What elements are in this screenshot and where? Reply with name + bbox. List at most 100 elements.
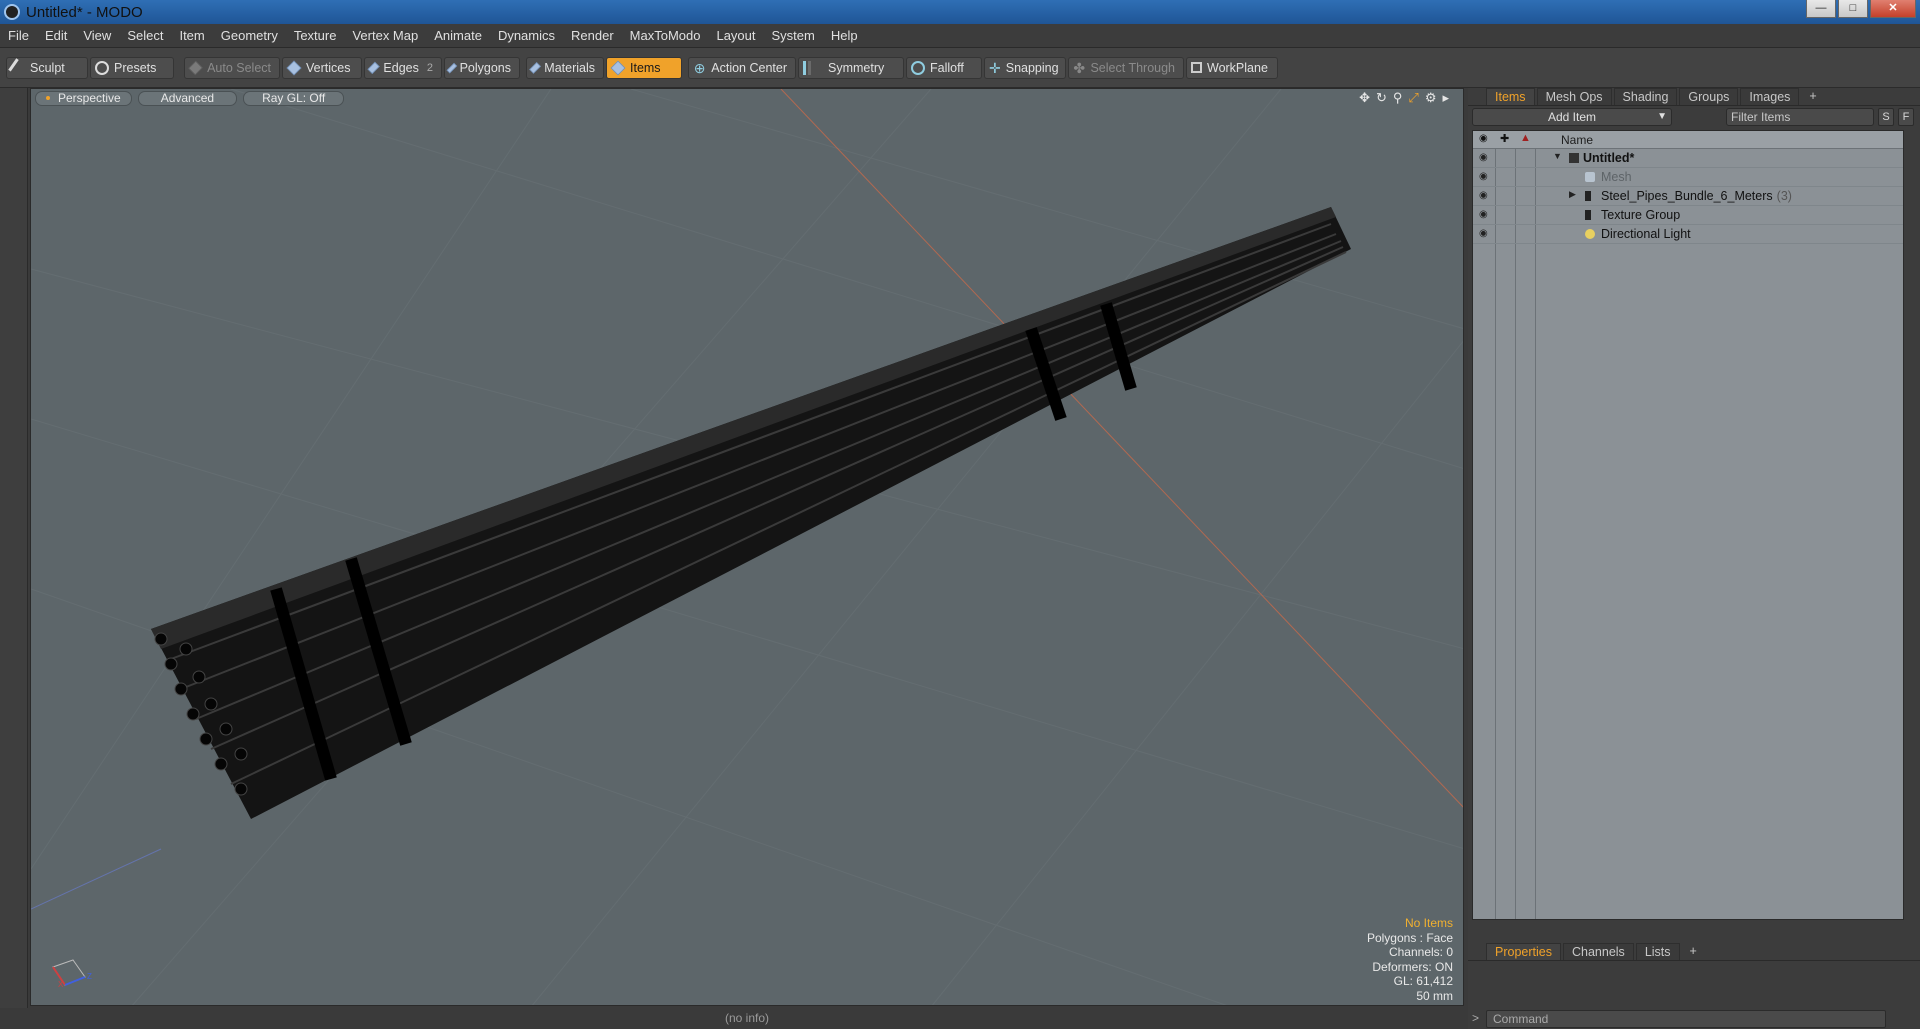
menu-render[interactable]: Render bbox=[563, 28, 622, 43]
tree-row-directional-light[interactable]: ◉ Directional Light bbox=[1473, 225, 1903, 244]
symmetry-button[interactable]: Symmetry bbox=[798, 56, 904, 79]
viewport-info: No Items Polygons : Face Channels: 0 Def… bbox=[1367, 916, 1453, 1003]
command-caret-icon: > bbox=[1472, 1011, 1480, 1025]
viewport-tab-advanced[interactable]: Advanced bbox=[137, 90, 238, 106]
items-button[interactable]: Items bbox=[606, 56, 682, 79]
left-tool-strip bbox=[0, 88, 28, 1008]
maximize-icon[interactable]: □ bbox=[1838, 0, 1868, 18]
snap-icon: ✛ bbox=[989, 59, 1001, 76]
tree-row-scene[interactable]: ◉ ▼ Untitled* bbox=[1473, 149, 1903, 168]
menu-view[interactable]: View bbox=[75, 28, 119, 43]
modo-app-icon bbox=[4, 4, 20, 20]
tab-channels[interactable]: Channels bbox=[1562, 943, 1634, 960]
viewport-scene bbox=[31, 89, 1463, 1005]
add-tab-icon[interactable]: + bbox=[1682, 943, 1705, 960]
texture-group-icon bbox=[1585, 210, 1595, 220]
selection-info: No Items bbox=[1404, 916, 1453, 930]
column-divider bbox=[1495, 131, 1496, 919]
expand-arrow-icon[interactable]: ▸ bbox=[1442, 90, 1449, 106]
edges-button[interactable]: Edges 2 bbox=[364, 56, 442, 79]
command-input[interactable]: Command bbox=[1486, 1010, 1886, 1028]
workplane-button[interactable]: WorkPlane bbox=[1186, 56, 1278, 79]
menu-dynamics[interactable]: Dynamics bbox=[490, 28, 563, 43]
symmetry-icon bbox=[803, 60, 811, 75]
tab-items[interactable]: Items bbox=[1486, 88, 1535, 105]
menu-layout[interactable]: Layout bbox=[708, 28, 763, 43]
polygons-button[interactable]: Polygons bbox=[444, 56, 520, 79]
viewport-header: Perspective Advanced Ray GL: Off bbox=[31, 89, 1463, 107]
action-center-button[interactable]: ⊕ Action Center bbox=[688, 56, 796, 79]
item-tree: ◉ ✚ ▲ Name ◉ ▼ Untitled* ◉ Mesh ◉ ▶ Stee… bbox=[1472, 130, 1904, 920]
search-s-button[interactable]: S bbox=[1878, 108, 1894, 126]
tab-groups[interactable]: Groups bbox=[1679, 88, 1739, 105]
menu-animate[interactable]: Animate bbox=[426, 28, 490, 43]
menu-file[interactable]: File bbox=[0, 28, 37, 43]
vertices-button[interactable]: Vertices bbox=[282, 56, 362, 79]
scale-info: 50 mm bbox=[1416, 988, 1453, 1003]
filter-items-input[interactable]: Filter Items bbox=[1726, 108, 1874, 126]
zoom-icon[interactable]: ⚲ bbox=[1393, 90, 1403, 106]
menu-select[interactable]: Select bbox=[119, 28, 171, 43]
tree-row-steel-pipes[interactable]: ◉ ▶ Steel_Pipes_Bundle_6_Meters (3) bbox=[1473, 187, 1903, 206]
tab-mesh-ops[interactable]: Mesh Ops bbox=[1536, 88, 1612, 105]
tree-header: ◉ ✚ ▲ Name bbox=[1473, 131, 1903, 149]
menu-edit[interactable]: Edit bbox=[37, 28, 75, 43]
expand-triangle-icon[interactable]: ▶ bbox=[1569, 189, 1576, 200]
status-bar: (no info) bbox=[30, 1008, 1464, 1029]
pipe-bundle bbox=[151, 207, 1351, 819]
eye-column-icon: ◉ bbox=[1479, 133, 1488, 144]
menu-maxtomodo[interactable]: MaxToModo bbox=[622, 28, 709, 43]
visibility-eye-icon[interactable]: ◉ bbox=[1479, 209, 1488, 220]
column-divider bbox=[1535, 131, 1536, 919]
window-title: Untitled* - MODO bbox=[26, 3, 143, 21]
tree-row-texture-group[interactable]: ◉ Texture Group bbox=[1473, 206, 1903, 225]
minimize-icon[interactable]: — bbox=[1806, 0, 1836, 18]
tab-shading[interactable]: Shading bbox=[1613, 88, 1678, 105]
workplane-icon bbox=[1191, 62, 1202, 73]
fit-icon[interactable]: ⤢ bbox=[1408, 90, 1418, 106]
viewport-tab-perspective[interactable]: Perspective bbox=[35, 90, 132, 106]
viewport-tab-raygl[interactable]: Ray GL: Off bbox=[243, 90, 345, 106]
brush-icon bbox=[8, 57, 28, 78]
expand-triangle-icon[interactable]: ▼ bbox=[1553, 151, 1562, 161]
polygons-info: Polygons : Face bbox=[1366, 930, 1453, 945]
menu-help[interactable]: Help bbox=[823, 28, 866, 43]
select-through-button[interactable]: ✤ Select Through bbox=[1068, 56, 1184, 79]
name-column-header[interactable]: Name bbox=[1561, 133, 1593, 147]
viewport-nav-icons: ✥ ↻ ⚲ ⤢ ⚙ ▸ bbox=[1359, 90, 1449, 106]
sculpt-button[interactable]: Sculpt bbox=[6, 56, 88, 79]
visibility-eye-icon[interactable]: ◉ bbox=[1479, 171, 1488, 182]
menu-geometry[interactable]: Geometry bbox=[213, 28, 286, 43]
title-bar: Untitled* - MODO — □ ✕ bbox=[0, 0, 1920, 24]
falloff-button[interactable]: Falloff bbox=[906, 56, 982, 79]
menu-vertex-map[interactable]: Vertex Map bbox=[344, 28, 426, 43]
gear-icon[interactable]: ⚙ bbox=[1425, 90, 1437, 106]
tab-properties[interactable]: Properties bbox=[1486, 943, 1561, 960]
menu-item[interactable]: Item bbox=[171, 28, 212, 43]
auto-select-button[interactable]: Auto Select bbox=[184, 56, 280, 79]
menu-system[interactable]: System bbox=[764, 28, 823, 43]
close-icon[interactable]: ✕ bbox=[1870, 0, 1916, 18]
visibility-eye-icon[interactable]: ◉ bbox=[1479, 228, 1488, 239]
light-icon bbox=[1585, 229, 1595, 239]
tree-row-mesh[interactable]: ◉ Mesh bbox=[1473, 168, 1903, 187]
presets-button[interactable]: Presets bbox=[90, 56, 174, 79]
3d-viewport[interactable]: Perspective Advanced Ray GL: Off ✥ ↻ ⚲ ⤢… bbox=[30, 88, 1464, 1006]
gl-info: GL: 61,412 bbox=[1393, 974, 1453, 988]
tab-images[interactable]: Images bbox=[1740, 88, 1800, 105]
rotate-icon[interactable]: ↻ bbox=[1376, 90, 1387, 106]
filter-f-button[interactable]: F bbox=[1898, 108, 1914, 126]
visibility-eye-icon[interactable]: ◉ bbox=[1479, 190, 1488, 201]
pan-icon[interactable]: ✥ bbox=[1359, 90, 1370, 106]
main-toolbar: Sculpt Presets Auto Select Vertices Edge… bbox=[0, 48, 1920, 88]
chevron-down-icon: ▼ bbox=[1657, 111, 1667, 122]
menu-texture[interactable]: Texture bbox=[286, 28, 345, 43]
select-through-icon: ✤ bbox=[1073, 59, 1086, 76]
materials-button[interactable]: Materials bbox=[526, 56, 604, 79]
svg-text:Z: Z bbox=[87, 972, 92, 981]
tab-lists[interactable]: Lists bbox=[1635, 943, 1680, 960]
snapping-button[interactable]: ✛ Snapping bbox=[984, 56, 1066, 79]
visibility-eye-icon[interactable]: ◉ bbox=[1479, 152, 1488, 163]
add-item-button[interactable]: Add Item ▼ bbox=[1472, 108, 1672, 126]
add-tab-icon[interactable]: + bbox=[1801, 88, 1824, 105]
